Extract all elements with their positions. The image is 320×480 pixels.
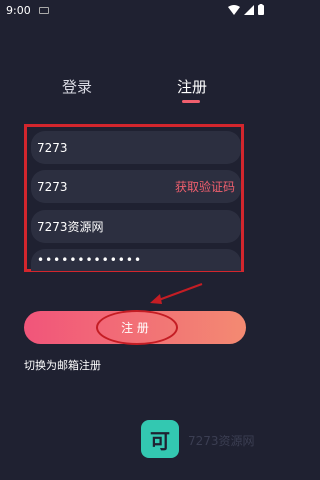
- phone-value: 7273: [37, 140, 68, 155]
- status-time: 9:00: [6, 3, 31, 17]
- register-form: 7273 7273 获取验证码 7273资源网 •••••••••••••: [24, 124, 244, 272]
- switch-to-email-link[interactable]: 切换为邮箱注册: [24, 357, 101, 373]
- tab-register[interactable]: 注册: [177, 76, 207, 97]
- password-value: •••••••••••••: [37, 253, 143, 267]
- tab-active-indicator: [182, 100, 200, 103]
- notification-icon: [38, 6, 49, 14]
- battery-icon: [258, 4, 264, 15]
- tab-login[interactable]: 登录: [62, 76, 92, 97]
- nickname-field[interactable]: 7273资源网: [31, 210, 241, 243]
- logo-glyph: 可: [150, 428, 170, 453]
- annotation-arrow-icon: [150, 283, 203, 304]
- get-code-button[interactable]: 获取验证码: [175, 178, 235, 195]
- app-logo: 可: [141, 420, 179, 458]
- phone-field[interactable]: 7273: [31, 131, 241, 164]
- tab-bar: 登录 注册: [0, 76, 270, 110]
- status-icons: [228, 4, 264, 15]
- wifi-icon: [228, 4, 240, 15]
- password-field[interactable]: •••••••••••••: [31, 249, 241, 271]
- nickname-value: 7273资源网: [37, 220, 104, 234]
- signal-icon: [244, 4, 254, 15]
- watermark-text: 7273资源网: [188, 434, 255, 448]
- verification-code-field[interactable]: 7273 获取验证码: [31, 170, 241, 203]
- annotation-circle: [96, 310, 178, 345]
- code-value: 7273: [37, 179, 68, 194]
